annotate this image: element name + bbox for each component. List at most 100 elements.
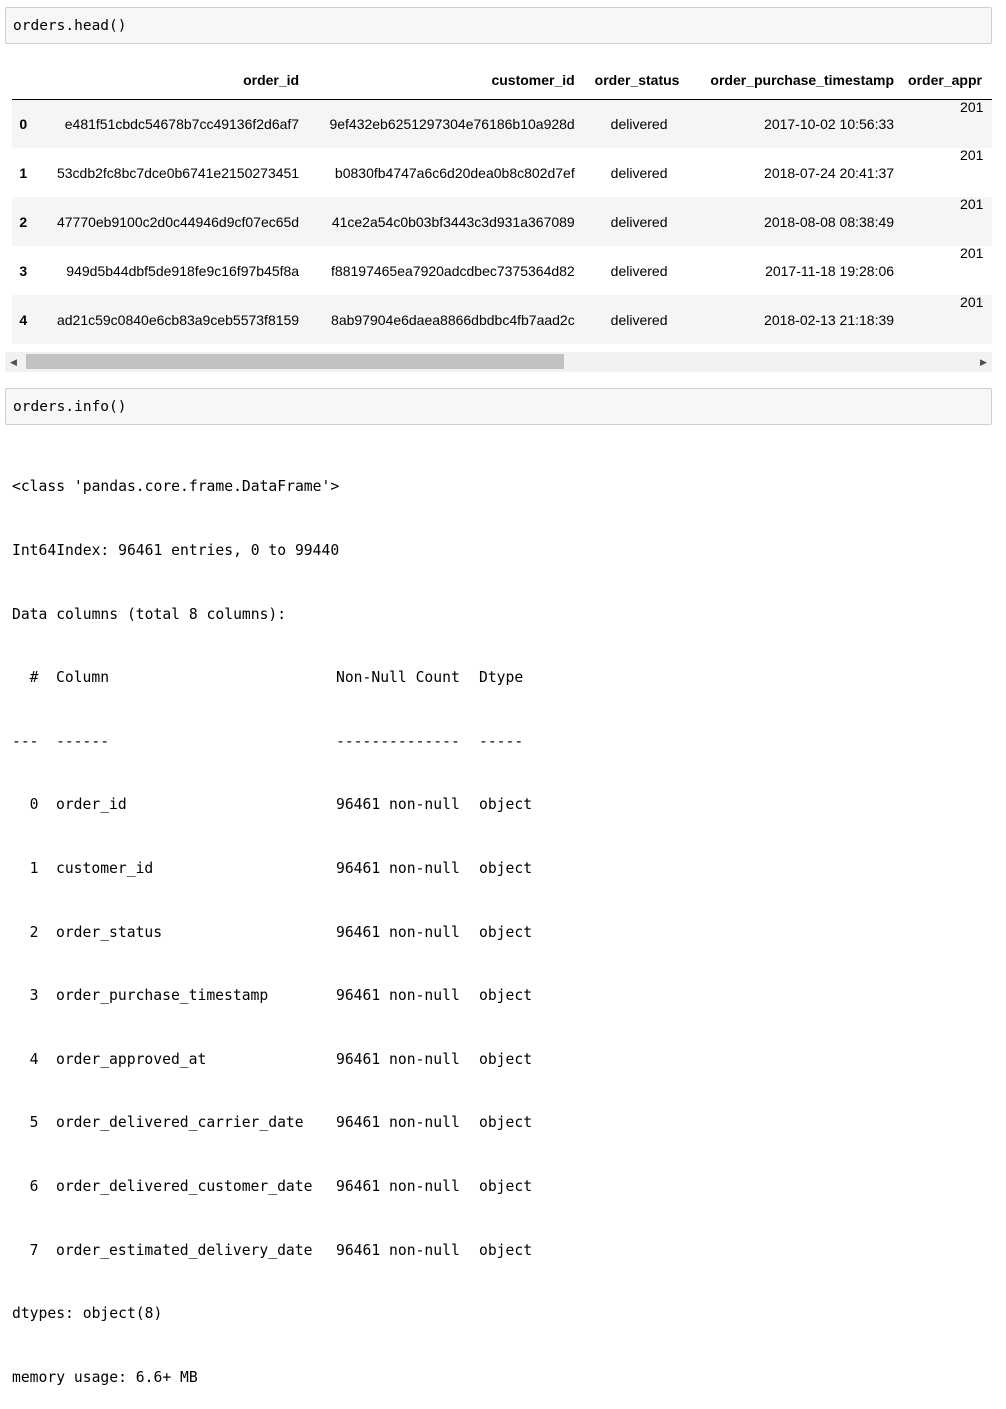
info-row: 2 order_status 96461 non-null object xyxy=(12,922,532,943)
info-column: order_status xyxy=(56,923,163,941)
table-row: 4 ad21c59c0840e6cb83a9ceb5573f8159 8ab97… xyxy=(12,295,992,344)
cell-purchase-timestamp: 2017-11-18 19:28:06 xyxy=(765,262,895,279)
info-dtype: object xyxy=(479,1050,533,1068)
columns-line: Data columns (total 8 columns): xyxy=(12,605,287,623)
info-column: order_delivered_carrier_date xyxy=(56,1114,304,1132)
table-row: 3 949d5b44dbf5de918fe9c16f97b45f8a f8819… xyxy=(12,246,992,295)
info-row: 5 order_delivered_carrier_date 96461 non-n… xyxy=(12,1112,532,1133)
info-column: order_purchase_timestamp xyxy=(56,987,269,1005)
column-header: order_purchase_timestamp xyxy=(687,62,903,100)
info-count: 96461 non-null xyxy=(336,987,460,1005)
sep-idx: --- xyxy=(12,732,39,750)
cell-order-status: delivered xyxy=(610,164,668,181)
info-idx: 4 xyxy=(29,1050,39,1068)
info-column: customer_id xyxy=(56,859,154,877)
info-idx: 6 xyxy=(29,1177,39,1195)
column-header: customer_id xyxy=(307,62,583,100)
cell-approved-at: 201 xyxy=(960,196,984,212)
cell-order-status: delivered xyxy=(610,262,668,279)
info-dtype: object xyxy=(479,796,533,814)
cell-approved-at: 201 xyxy=(960,294,984,310)
index-line: Int64Index: 96461 entries, 0 to 99440 xyxy=(12,542,340,559)
info-dtype: object xyxy=(479,1177,533,1195)
column-header: order_id xyxy=(34,62,308,100)
dataframe-output: order_id customer_id order_status order_… xyxy=(12,62,992,346)
info-column: order_estimated_delivery_date xyxy=(56,1241,313,1259)
info-row: 4 order_approved_at 96461 non-null object xyxy=(12,1049,532,1070)
info-idx: 5 xyxy=(29,1114,39,1132)
column-header: order_status xyxy=(582,62,688,100)
cell-order-id: 47770eb9100c2d0c44946d9cf07ec65d xyxy=(56,213,300,230)
info-dtype: object xyxy=(479,923,533,941)
cell-customer-id: 9ef432eb6251297304e76186b10a928d xyxy=(329,115,575,132)
header-column: Column xyxy=(56,669,110,687)
table-row: 1 53cdb2fc8bc7dce0b6741e2150273451 b0830… xyxy=(12,148,992,197)
row-index: 2 xyxy=(19,213,28,230)
cell-customer-id: f88197465ea7920adcdbec7375364d82 xyxy=(331,262,575,279)
cell-purchase-timestamp: 2018-08-08 08:38:49 xyxy=(764,213,895,230)
cell-order-status: delivered xyxy=(610,115,668,132)
info-dtype: object xyxy=(479,987,533,1005)
info-count: 96461 non-null xyxy=(336,923,460,941)
info-idx: 3 xyxy=(29,987,39,1005)
code-cell-info[interactable]: orders.info() xyxy=(5,388,992,425)
scrollbar-thumb[interactable] xyxy=(26,354,564,369)
cell-purchase-timestamp: 2018-07-24 20:41:37 xyxy=(764,164,895,181)
code-text[interactable]: orders.head() xyxy=(13,8,127,44)
cell-purchase-timestamp: 2017-10-02 10:56:33 xyxy=(764,115,895,132)
info-idx: 7 xyxy=(29,1241,39,1259)
table-header-row: order_id customer_id order_status order_… xyxy=(12,62,992,100)
class-line: <class 'pandas.core.frame.DataFrame'> xyxy=(12,478,340,496)
cell-order-id: 949d5b44dbf5de918fe9c16f97b45f8a xyxy=(66,262,300,279)
sep-count: -------------- xyxy=(336,732,460,750)
horizontal-scrollbar[interactable]: ◀ ▶ xyxy=(5,352,992,372)
sep-dtype: ----- xyxy=(479,732,524,750)
code-cell-head[interactable]: orders.head() xyxy=(5,7,992,44)
triangle-left-icon[interactable]: ◀ xyxy=(5,352,22,372)
info-idx: 2 xyxy=(29,923,39,941)
code-text[interactable]: orders.info() xyxy=(13,389,127,425)
info-row: 0 order_id 96461 non-null object xyxy=(12,794,532,815)
info-column: order_id xyxy=(56,796,127,814)
header-idx: # xyxy=(29,669,39,687)
column-header: order_appr xyxy=(902,62,992,100)
cell-approved-at: 201 xyxy=(960,245,984,261)
dtypes-line: dtypes: object(8) xyxy=(12,1305,163,1323)
info-idx: 1 xyxy=(29,859,39,877)
row-index: 1 xyxy=(19,164,28,181)
row-index: 0 xyxy=(19,115,28,132)
table-row: 2 47770eb9100c2d0c44946d9cf07ec65d 41ce2… xyxy=(12,197,992,246)
cell-customer-id: 41ce2a54c0b03bf3443c3d931a367089 xyxy=(331,213,575,230)
info-row: 3 order_purchase_timestamp 96461 non-null o… xyxy=(12,985,532,1006)
info-count: 96461 non-null xyxy=(336,1114,460,1132)
dataframe-table: order_id customer_id order_status order_… xyxy=(12,62,992,344)
info-dtype: object xyxy=(479,1241,533,1259)
info-row: 1 customer_id 96461 non-null object xyxy=(12,858,532,879)
info-column: order_approved_at xyxy=(56,1050,207,1068)
cell-order-id: e481f51cbdc54678b7cc49136f2d6af7 xyxy=(64,115,300,132)
memory-line: memory usage: 6.6+ MB xyxy=(12,1368,198,1386)
info-row: 6 order_delivered_customer_date 96461 non-… xyxy=(12,1176,532,1197)
info-row: 7 order_estimated_delivery_date 96461 non-… xyxy=(12,1240,532,1261)
info-count: 96461 non-null xyxy=(336,1050,460,1068)
info-output: <class 'pandas.core.frame.DataFrame'> In… xyxy=(12,434,532,1409)
cell-approved-at: 201 xyxy=(960,147,984,163)
cell-customer-id: b0830fb4747a6c6d20dea0b8c802d7ef xyxy=(334,164,575,181)
row-index: 3 xyxy=(19,262,28,279)
cell-order-id: ad21c59c0840e6cb83a9ceb5573f8159 xyxy=(56,311,300,328)
info-column: order_delivered_customer_date xyxy=(56,1177,313,1195)
info-count: 96461 non-null xyxy=(336,1177,460,1195)
cell-order-id: 53cdb2fc8bc7dce0b6741e2150273451 xyxy=(56,164,300,181)
cell-customer-id: 8ab97904e6daea8866dbdbc4fb7aad2c xyxy=(331,311,575,328)
info-header-row: # Column Non-Null Count Dtype xyxy=(12,667,532,688)
table-row: 0 e481f51cbdc54678b7cc49136f2d6af7 9ef43… xyxy=(12,99,992,148)
triangle-right-icon[interactable]: ▶ xyxy=(975,352,992,372)
info-separator-row: --- ------ -------------- ----- xyxy=(12,731,532,752)
index-header xyxy=(12,62,35,100)
sep-column: ------ xyxy=(56,732,110,750)
cell-order-status: delivered xyxy=(610,213,668,230)
info-dtype: object xyxy=(479,859,533,877)
info-count: 96461 non-null xyxy=(336,796,460,814)
cell-order-status: delivered xyxy=(610,311,668,328)
cell-approved-at: 201 xyxy=(960,98,984,115)
